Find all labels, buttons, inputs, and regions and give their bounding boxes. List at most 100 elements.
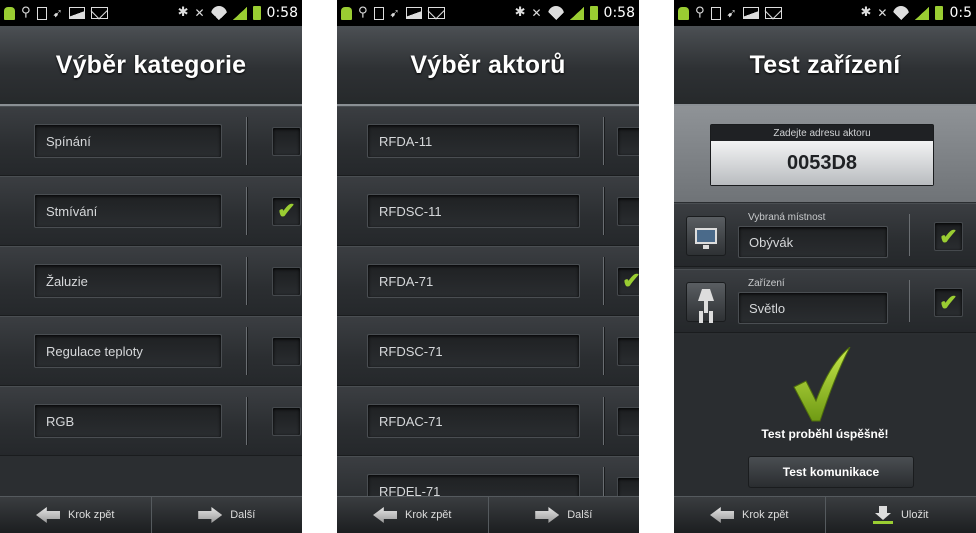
divider (603, 397, 604, 445)
list-item[interactable]: Regulace teploty (0, 316, 302, 386)
battery-icon (935, 6, 944, 20)
actor-checkbox[interactable] (617, 336, 639, 366)
address-label: Zadejte adresu aktoru (711, 125, 933, 141)
list-item[interactable]: RGB (0, 386, 302, 456)
android-icon (341, 6, 352, 20)
clock: 0:5 (949, 5, 972, 21)
list-item[interactable]: RFDEL-71 (337, 456, 639, 496)
actor-label: RFDEL-71 (367, 474, 580, 496)
mail-icon (90, 7, 108, 19)
bluetooth-icon: ✱ (514, 5, 526, 20)
list-item[interactable]: Spínání (0, 106, 302, 176)
wifi-icon (547, 6, 564, 20)
image-icon (405, 7, 422, 19)
category-checkbox[interactable] (272, 406, 301, 436)
device-field[interactable]: Světlo (738, 292, 888, 324)
title-bar: Test zařízení (674, 26, 976, 106)
actor-label: RFDSC-71 (367, 334, 580, 368)
checkmark-icon: ✔ (939, 289, 958, 315)
actor-list[interactable]: RFDA-11 RFDSC-11 RFDA-71 ✔ RFDSC-71 RFDA… (337, 106, 639, 496)
divider (603, 187, 604, 235)
lamp-icon (695, 289, 717, 315)
divider (246, 187, 247, 235)
divider (909, 280, 910, 322)
divider (246, 327, 247, 375)
device-label: Zařízení (748, 278, 785, 289)
mute-icon: ✕ (531, 6, 542, 20)
actor-label: RFDAC-71 (367, 404, 580, 438)
device-checkbox[interactable]: ✔ (934, 288, 963, 317)
next-label: Další (567, 509, 593, 521)
actor-checkbox[interactable] (617, 406, 639, 436)
arrow-left-icon (36, 507, 61, 523)
actor-checkbox[interactable]: ✔ (617, 266, 639, 296)
category-checkbox[interactable]: ✔ (272, 196, 301, 226)
list-item[interactable]: RFDSC-71 (337, 316, 639, 386)
address-input[interactable]: Zadejte adresu aktoru 0053D8 (710, 124, 934, 186)
arrow-left-icon (373, 507, 398, 523)
actor-label: RFDA-71 (367, 264, 580, 298)
actor-checkbox[interactable] (617, 476, 639, 496)
page-title: Výběr kategorie (55, 50, 247, 79)
category-checkbox[interactable] (272, 266, 301, 296)
bottom-nav: Krok zpět Další (337, 496, 639, 533)
actor-checkbox[interactable] (617, 196, 639, 226)
sync-icon: ➹ (52, 6, 63, 20)
mail-icon (764, 7, 782, 19)
mail-icon (427, 7, 445, 19)
room-monitor-icon (695, 228, 717, 249)
document-icon (710, 6, 721, 20)
signal-icon (569, 6, 584, 20)
image-icon (68, 7, 85, 19)
wifi-icon (210, 6, 227, 20)
usb-icon: ⚲ (21, 5, 31, 20)
bottom-nav: Krok zpět Uložit (674, 496, 976, 533)
next-button[interactable]: Další (150, 497, 303, 533)
actor-checkbox[interactable] (617, 126, 639, 156)
clock: 0:58 (266, 5, 298, 21)
arrow-right-icon (535, 507, 560, 523)
bluetooth-icon: ✱ (860, 5, 872, 20)
room-icon-button[interactable] (686, 216, 726, 256)
list-item[interactable]: RFDSC-11 (337, 176, 639, 246)
bluetooth-icon: ✱ (177, 5, 189, 20)
divider (246, 117, 247, 165)
list-item[interactable]: Žaluzie (0, 246, 302, 316)
list-item[interactable]: RFDA-11 (337, 106, 639, 176)
back-button[interactable]: Krok zpět (0, 497, 151, 533)
screen-category-selection: ⚲ ➹ ✱ ✕ 0:58 Výběr kategorie Spínání Stm… (0, 0, 302, 533)
next-button[interactable]: Další (487, 497, 640, 533)
result-message: Test proběhl úspěšně! (761, 427, 889, 441)
list-item[interactable]: RFDAC-71 (337, 386, 639, 456)
category-label: Žaluzie (34, 264, 222, 298)
checkmark-icon: ✔ (939, 223, 958, 249)
signal-icon (915, 6, 930, 20)
divider (246, 257, 247, 305)
device-row[interactable]: Zařízení Světlo ✔ (674, 269, 976, 333)
category-label: Stmívání (34, 194, 222, 228)
address-panel: Zadejte adresu aktoru 0053D8 (674, 106, 976, 202)
back-button[interactable]: Krok zpět (337, 497, 488, 533)
category-checkbox[interactable] (272, 336, 301, 366)
list-item[interactable]: RFDA-71 ✔ (337, 246, 639, 316)
title-bar: Výběr kategorie (0, 26, 302, 106)
mute-icon: ✕ (194, 6, 205, 20)
back-button[interactable]: Krok zpět (674, 497, 825, 533)
room-checkbox[interactable]: ✔ (934, 222, 963, 251)
divider (246, 397, 247, 445)
battery-icon (252, 6, 261, 20)
device-icon-button[interactable] (686, 282, 726, 322)
clock: 0:58 (603, 5, 635, 21)
status-bar: ⚲ ➹ ✱ ✕ 0:58 (337, 0, 639, 26)
list-item[interactable]: Stmívání ✔ (0, 176, 302, 246)
room-field[interactable]: Obývák (738, 226, 888, 258)
divider (603, 117, 604, 165)
divider (909, 214, 910, 256)
document-icon (36, 6, 47, 20)
category-checkbox[interactable] (272, 126, 301, 156)
test-communication-button[interactable]: Test komunikace (748, 456, 914, 488)
wifi-icon (893, 6, 910, 20)
room-row[interactable]: Vybraná místnost Obývák ✔ (674, 203, 976, 267)
back-label: Krok zpět (68, 509, 115, 521)
save-button[interactable]: Uložit (824, 497, 976, 533)
